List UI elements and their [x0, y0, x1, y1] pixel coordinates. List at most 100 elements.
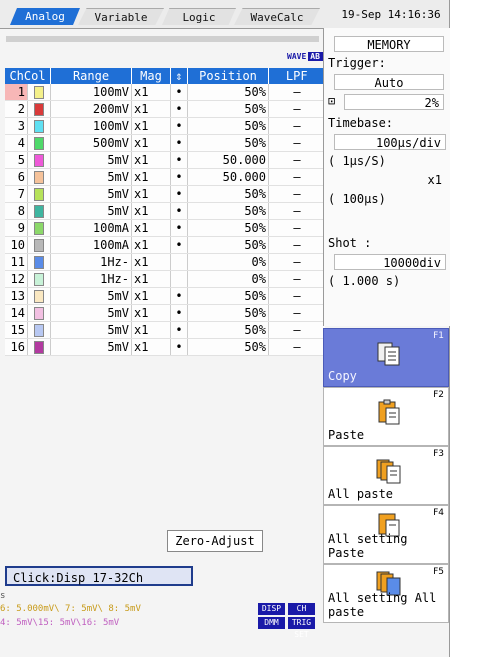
channel-number[interactable]: 9: [5, 219, 28, 237]
channel-number[interactable]: 14: [5, 304, 28, 322]
channel-number[interactable]: 16: [5, 338, 28, 356]
channel-range[interactable]: 5mV: [50, 151, 132, 169]
channel-invert-mark[interactable]: •: [170, 134, 188, 152]
channel-position[interactable]: 50%: [187, 134, 269, 152]
channel-lpf[interactable]: –: [268, 134, 325, 152]
channel-mag[interactable]: x1: [131, 168, 171, 186]
channel-mag[interactable]: x1: [131, 100, 171, 118]
channel-lpf[interactable]: –: [268, 84, 325, 101]
channel-invert-mark[interactable]: [170, 253, 188, 271]
table-row[interactable]: 15 5mV x1 • 50% –: [5, 321, 325, 339]
channel-invert-mark[interactable]: •: [170, 151, 188, 169]
channel-mag[interactable]: x1: [131, 185, 171, 203]
channel-invert-mark[interactable]: •: [170, 185, 188, 203]
channel-lpf[interactable]: –: [268, 151, 325, 169]
table-row[interactable]: 4 500mV x1 • 50% –: [5, 134, 325, 152]
trig-set-button[interactable]: TRIG SET: [288, 617, 315, 639]
channel-range[interactable]: 200mV: [50, 100, 132, 118]
channel-invert-mark[interactable]: •: [170, 84, 188, 101]
channel-position[interactable]: 50%: [187, 287, 269, 305]
channel-range[interactable]: 100mA: [50, 219, 132, 237]
f1-copy-button[interactable]: F1 Copy: [323, 328, 449, 387]
channel-invert-mark[interactable]: •: [170, 304, 188, 322]
channel-lpf[interactable]: –: [268, 253, 325, 271]
channel-range[interactable]: 100mV: [50, 84, 132, 101]
channel-mag[interactable]: x1: [131, 202, 171, 220]
channel-mag[interactable]: x1: [131, 84, 171, 101]
channel-range[interactable]: 5mV: [50, 202, 132, 220]
table-row[interactable]: 7 5mV x1 • 50% –: [5, 185, 325, 203]
channel-color-swatch[interactable]: [27, 134, 51, 152]
channel-number[interactable]: 12: [5, 270, 28, 288]
channel-range[interactable]: 5mV: [50, 168, 132, 186]
channel-invert-mark[interactable]: •: [170, 219, 188, 237]
table-row[interactable]: 10 100mA x1 • 50% –: [5, 236, 325, 254]
timebase-value[interactable]: 100µs/div: [334, 134, 446, 150]
channel-number[interactable]: 15: [5, 321, 28, 339]
tab-analog[interactable]: Analog: [10, 8, 80, 25]
channel-position[interactable]: 50%: [187, 185, 269, 203]
channel-mag[interactable]: x1: [131, 134, 171, 152]
channel-invert-mark[interactable]: •: [170, 287, 188, 305]
channel-color-swatch[interactable]: [27, 253, 51, 271]
channel-invert-mark[interactable]: •: [170, 100, 188, 118]
channel-position[interactable]: 50%: [187, 117, 269, 135]
channel-color-swatch[interactable]: [27, 202, 51, 220]
channel-color-swatch[interactable]: [27, 321, 51, 339]
channel-range[interactable]: 5mV: [50, 304, 132, 322]
channel-number[interactable]: 10: [5, 236, 28, 254]
channel-color-swatch[interactable]: [27, 84, 51, 101]
channel-invert-mark[interactable]: •: [170, 168, 188, 186]
table-row[interactable]: 3 100mV x1 • 50% –: [5, 117, 325, 135]
f5-all-setting-all-paste-button[interactable]: F5 All setting All paste: [323, 564, 449, 623]
channel-range[interactable]: 5mV: [50, 185, 132, 203]
channel-lpf[interactable]: –: [268, 100, 325, 118]
channel-range[interactable]: 5mV: [50, 338, 132, 356]
channel-position[interactable]: 0%: [187, 253, 269, 271]
channel-mag[interactable]: x1: [131, 287, 171, 305]
table-row[interactable]: 6 5mV x1 • 50.000–: [5, 168, 325, 186]
channel-color-swatch[interactable]: [27, 117, 51, 135]
channel-color-swatch[interactable]: [27, 151, 51, 169]
channel-lpf[interactable]: –: [268, 219, 325, 237]
channel-number[interactable]: 3: [5, 117, 28, 135]
channel-lpf[interactable]: –: [268, 270, 325, 288]
ch-set-button[interactable]: CH SET: [288, 603, 315, 625]
trigger-value[interactable]: Auto: [334, 74, 444, 90]
channel-number[interactable]: 7: [5, 185, 28, 203]
channel-range[interactable]: 5mV: [50, 287, 132, 305]
channel-mag[interactable]: x1: [131, 236, 171, 254]
zero-adjust-button[interactable]: Zero-Adjust: [167, 530, 263, 552]
disp-button[interactable]: DISP: [258, 603, 285, 615]
channel-range[interactable]: 100mV: [50, 117, 132, 135]
channel-invert-mark[interactable]: •: [170, 117, 188, 135]
channel-invert-mark[interactable]: •: [170, 321, 188, 339]
channel-mag[interactable]: x1: [131, 253, 171, 271]
table-row[interactable]: 16 5mV x1 • 50% –: [5, 338, 325, 356]
channel-number[interactable]: 6: [5, 168, 28, 186]
channel-number[interactable]: 13: [5, 287, 28, 305]
channel-number[interactable]: 5: [5, 151, 28, 169]
channel-position[interactable]: 0%: [187, 270, 269, 288]
channel-lpf[interactable]: –: [268, 338, 325, 356]
tab-logic[interactable]: Logic: [162, 8, 236, 25]
channel-mag[interactable]: x1: [131, 117, 171, 135]
channel-color-swatch[interactable]: [27, 236, 51, 254]
channel-position[interactable]: 50%: [187, 321, 269, 339]
channel-lpf[interactable]: –: [268, 185, 325, 203]
channel-color-swatch[interactable]: [27, 100, 51, 118]
channel-number[interactable]: 11: [5, 253, 28, 271]
channel-position[interactable]: 50%: [187, 304, 269, 322]
channel-mag[interactable]: x1: [131, 270, 171, 288]
channel-position[interactable]: 50%: [187, 338, 269, 356]
channel-color-swatch[interactable]: [27, 219, 51, 237]
disp-17-32-button[interactable]: Click:Disp 17-32Ch: [5, 566, 193, 586]
channel-range[interactable]: 1Hz-: [50, 253, 132, 271]
channel-mag[interactable]: x1: [131, 304, 171, 322]
channel-color-swatch[interactable]: [27, 168, 51, 186]
mag-value[interactable]: x1: [334, 172, 446, 188]
channel-range[interactable]: 5mV: [50, 321, 132, 339]
table-row[interactable]: 9 100mA x1 • 50% –: [5, 219, 325, 237]
channel-number[interactable]: 2: [5, 100, 28, 118]
table-row[interactable]: 5 5mV x1 • 50.000–: [5, 151, 325, 169]
